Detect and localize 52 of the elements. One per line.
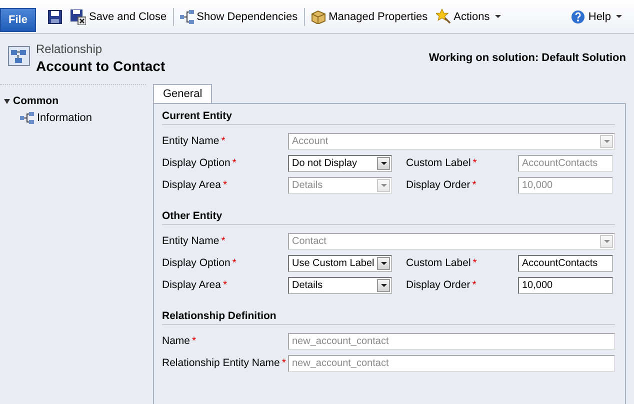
record-title: Account to Contact xyxy=(36,58,166,74)
required-asterisk: * xyxy=(232,257,236,269)
dropdown[interactable]: Details xyxy=(288,276,392,294)
expand-arrow-icon[interactable] xyxy=(4,98,10,104)
field-label: Display Order xyxy=(406,279,470,291)
section-title: Current Entity xyxy=(162,110,615,125)
field-label: Display Area xyxy=(162,179,221,191)
required-asterisk: * xyxy=(192,335,196,347)
toolbar-button[interactable]: Show Dependencies xyxy=(176,6,302,28)
section-title: Other Entity xyxy=(162,210,615,225)
relationship-icon xyxy=(8,44,30,68)
nav-group-title: Common xyxy=(13,95,58,107)
field-label: Entity Name xyxy=(162,235,220,247)
help-icon xyxy=(571,10,586,24)
toolbar-button[interactable]: Save and Close xyxy=(66,6,171,28)
required-asterisk: * xyxy=(282,357,286,369)
required-asterisk: * xyxy=(222,179,228,191)
box-icon xyxy=(310,10,326,24)
field-label: Display Area xyxy=(162,279,221,291)
actions-menu-button[interactable]: Actions xyxy=(432,6,505,28)
entity-type: Relationship xyxy=(36,42,104,56)
section-title: Relationship Definition xyxy=(162,310,615,325)
field-label: Name xyxy=(162,335,190,347)
required-asterisk: * xyxy=(232,157,236,169)
input-field[interactable]: AccountContacts xyxy=(518,254,613,272)
field-label: Entity Name xyxy=(162,135,220,147)
nav-item[interactable]: Information xyxy=(18,111,94,125)
required-asterisk: * xyxy=(221,235,226,247)
required-asterisk: * xyxy=(472,279,476,291)
field-label: Relationship Entity Name xyxy=(162,357,280,369)
toolbar-button[interactable]: Managed Properties xyxy=(306,6,432,28)
diagram-icon xyxy=(180,10,194,24)
field-label: Display Option xyxy=(162,157,230,169)
required-asterisk: * xyxy=(472,179,476,191)
required-asterisk: * xyxy=(472,257,477,269)
dropdown[interactable]: Do not Display xyxy=(288,154,392,172)
file-button[interactable]: File xyxy=(0,8,36,32)
input-field[interactable]: 10,000 xyxy=(518,276,613,294)
help-menu-button[interactable]: Help xyxy=(567,6,626,28)
required-asterisk: * xyxy=(472,157,477,169)
diagram-icon xyxy=(20,112,34,124)
tab[interactable]: General xyxy=(153,84,212,103)
required-asterisk: * xyxy=(222,279,228,291)
field-label: Custom Label xyxy=(406,157,471,169)
field-label: Display Option xyxy=(162,257,230,269)
field-label: Custom Label xyxy=(406,257,471,269)
solution-label: Working on solution: Default Solution xyxy=(428,52,626,66)
star-wand-icon xyxy=(436,9,451,24)
field-label: Display Order xyxy=(406,179,470,191)
floppy-disk-close-icon xyxy=(70,8,86,24)
required-asterisk: * xyxy=(221,135,226,147)
dropdown[interactable]: Use Custom Label xyxy=(288,254,392,272)
